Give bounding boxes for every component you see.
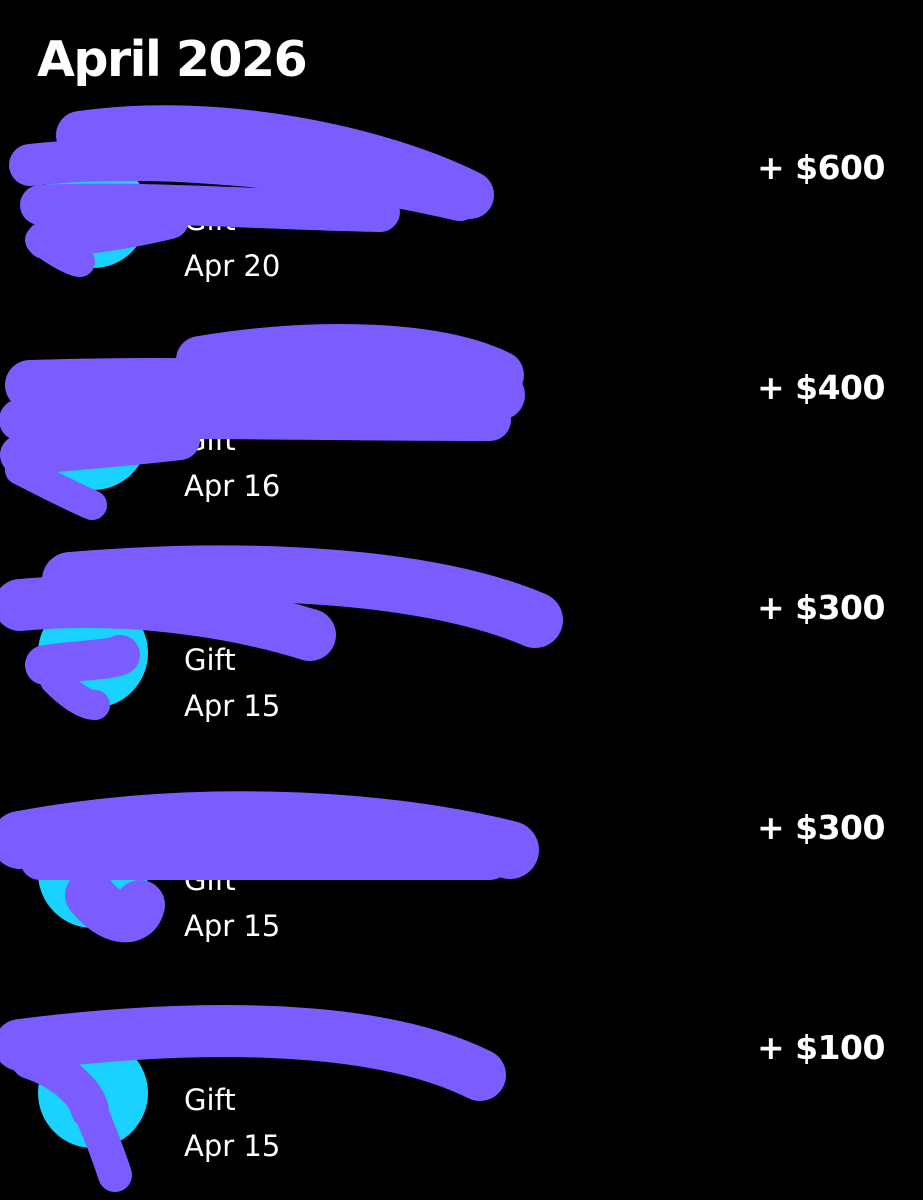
avatar xyxy=(38,818,148,928)
avatar xyxy=(38,598,148,708)
avatar xyxy=(38,380,148,490)
transaction-date: Apr 20 xyxy=(184,249,281,283)
transaction-type: Gift xyxy=(184,1083,236,1117)
transaction-row[interactable]: Gift Apr 15 + $100 xyxy=(0,0,923,1163)
transaction-amount: + $300 xyxy=(757,808,886,847)
transaction-date: Apr 16 xyxy=(184,469,281,503)
transaction-date: Apr 15 xyxy=(184,1129,281,1163)
transaction-type: Gift xyxy=(184,643,236,677)
avatar xyxy=(38,1038,148,1148)
transaction-amount: + $100 xyxy=(757,1028,886,1067)
transaction-date: Apr 15 xyxy=(184,909,281,943)
transaction-type: Gift xyxy=(184,863,236,897)
transaction-amount: + $300 xyxy=(757,588,886,627)
transaction-list: Gift Apr 20 + $600 Gift Apr 16 + $400 Gi… xyxy=(0,0,923,1200)
transaction-date: Apr 15 xyxy=(184,689,281,723)
transaction-amount: + $400 xyxy=(757,368,886,407)
transaction-type: Gift xyxy=(184,423,236,457)
